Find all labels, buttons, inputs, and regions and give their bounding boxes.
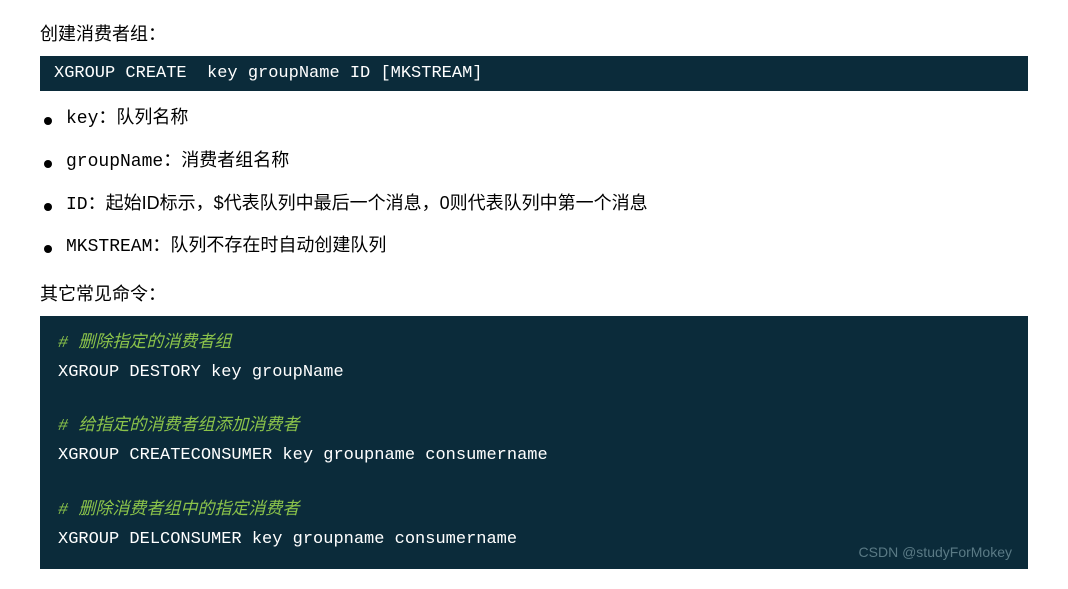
bullet-text: key：队列名称 — [66, 103, 188, 134]
blank-line — [58, 388, 1010, 414]
bullet-item: groupName：消费者组名称 — [40, 146, 1028, 177]
bullet-desc: 起始ID标示，$代表队列中最后一个消息，0则代表队列中第一个消息 — [106, 193, 648, 213]
bullet-dot-icon — [44, 245, 52, 253]
bullet-item: MKSTREAM：队列不存在时自动创建队列 — [40, 231, 1028, 262]
code-block-other: # 删除指定的消费者组 XGROUP DESTORY key groupName… — [40, 316, 1028, 568]
bullet-text: ID：起始ID标示，$代表队列中最后一个消息，0则代表队列中第一个消息 — [66, 189, 648, 220]
heading-other-commands: 其它常见命令： — [40, 280, 1028, 306]
blank-line — [58, 471, 1010, 497]
bullet-text: MKSTREAM：队列不存在时自动创建队列 — [66, 231, 386, 262]
bullet-dot-icon — [44, 160, 52, 168]
code-line: XGROUP DESTORY key groupName — [58, 359, 1010, 388]
bullet-desc: 队列不存在时自动创建队列 — [170, 235, 386, 255]
bullet-list: key：队列名称 groupName：消费者组名称 ID：起始ID标示，$代表队… — [40, 103, 1028, 262]
bullet-desc: 队列名称 — [116, 107, 188, 127]
code-line: XGROUP CREATECONSUMER key groupname cons… — [58, 442, 1010, 471]
bullet-label: groupName： — [66, 152, 181, 172]
bullet-item: key：队列名称 — [40, 103, 1028, 134]
code-comment: # 给指定的消费者组添加消费者 — [58, 413, 1010, 442]
bullet-label: key： — [66, 109, 116, 129]
bullet-label: MKSTREAM： — [66, 237, 170, 257]
watermark: CSDN @studyForMokey — [859, 541, 1012, 565]
heading-create-group: 创建消费者组： — [40, 20, 1028, 46]
code-comment: # 删除消费者组中的指定消费者 — [58, 497, 1010, 526]
code-comment: # 删除指定的消费者组 — [58, 330, 1010, 359]
bullet-text: groupName：消费者组名称 — [66, 146, 289, 177]
bullet-label: ID： — [66, 195, 106, 215]
code-block-create: XGROUP CREATE key groupName ID [MKSTREAM… — [40, 56, 1028, 91]
bullet-dot-icon — [44, 117, 52, 125]
bullet-item: ID：起始ID标示，$代表队列中最后一个消息，0则代表队列中第一个消息 — [40, 189, 1028, 220]
bullet-dot-icon — [44, 203, 52, 211]
bullet-desc: 消费者组名称 — [181, 150, 289, 170]
